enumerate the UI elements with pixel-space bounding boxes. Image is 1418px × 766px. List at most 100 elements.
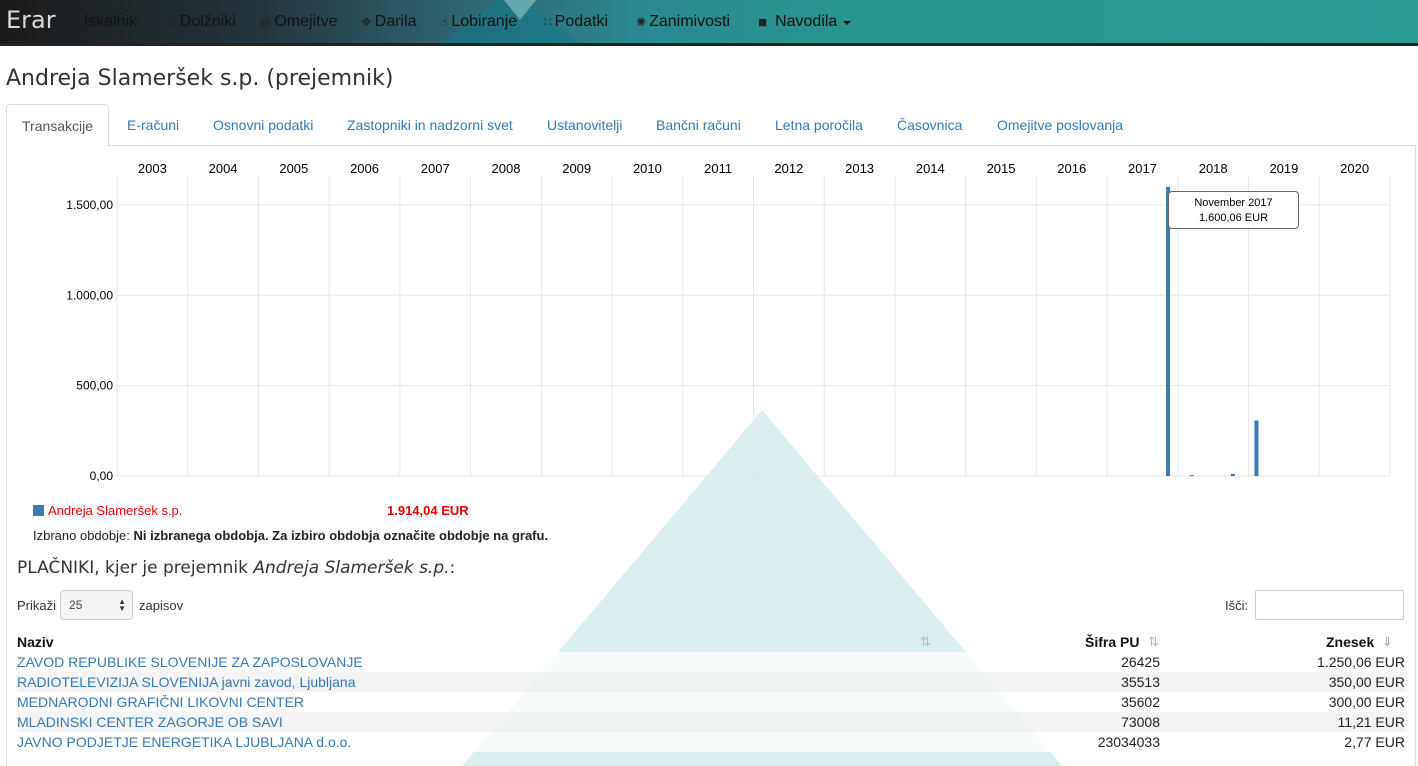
year-label: 2015 xyxy=(987,161,1016,176)
nav-dolzniki[interactable]: ♨ Dolžniki xyxy=(166,13,236,31)
table-header: Naziv ⇅ Šifra PU ⇅ Znesek ⇓ xyxy=(17,624,1407,652)
payer-amount: 300,00 EUR xyxy=(1328,694,1405,710)
year-label: 2020 xyxy=(1340,161,1369,176)
nav-zanimivosti[interactable]: ✺ Zanimivosti xyxy=(636,13,730,31)
search-input[interactable] xyxy=(1255,590,1405,620)
y-tick-label: 500,00 xyxy=(76,379,113,393)
tab-transakcije[interactable]: Transakcije xyxy=(6,104,110,147)
year-label: 2017 xyxy=(1128,161,1157,176)
chart-bar xyxy=(1189,475,1194,477)
payer-link[interactable]: JAVNO PODJETJE ENERGETIKA LJUBLJANA d.o.… xyxy=(17,734,351,750)
fire-icon: ♨ xyxy=(166,15,177,29)
year-label: 2003 xyxy=(138,161,167,176)
nav-label: Lobiranje xyxy=(451,13,518,30)
chart-bar xyxy=(1230,473,1235,476)
nav-omejitve[interactable]: ▤ Omejitve xyxy=(260,13,337,31)
tab-zastopniki[interactable]: Zastopniki in nadzorni svet xyxy=(332,104,528,146)
page-length-select[interactable]: 25 ▲ ▼ xyxy=(60,590,134,620)
search-label: Išči: xyxy=(1225,597,1249,613)
table-row: MEDNARODNI GRAFIČNI LIKOVNI CENTER 35602… xyxy=(17,692,1407,712)
nav-label: Iskalnik xyxy=(83,13,138,30)
year-label: 2006 xyxy=(350,161,379,176)
asterisk-icon: ✺ xyxy=(636,15,647,29)
tab-ustanovitelji[interactable]: Ustanovitelji xyxy=(532,104,637,146)
legend-swatch xyxy=(33,505,44,516)
nav-podatki[interactable]: ∷ Podatki xyxy=(544,13,608,31)
table-row: JAVNO PODJETJE ENERGETIKA LJUBLJANA d.o.… xyxy=(17,732,1407,752)
nav-darila[interactable]: ❖ Darila xyxy=(361,13,417,31)
payer-link[interactable]: RADIOTELEVIZIJA SLOVENIJA javni zavod, L… xyxy=(17,674,356,690)
caret-down-icon xyxy=(843,21,852,25)
table-row: ZAVOD REPUBLIKE SLOVENIJE ZA ZAPOSLOVANJ… xyxy=(17,652,1407,672)
y-tick-label: 0,00 xyxy=(90,469,114,483)
period-value: Ni izbranega obdobja. Za izbiro obdobja … xyxy=(133,528,549,543)
year-label: 2007 xyxy=(421,161,450,176)
sort-icon[interactable]: ⇅ xyxy=(920,634,931,650)
nav-label: Zanimivosti xyxy=(649,13,730,30)
sort-icon[interactable]: ⇅ xyxy=(1148,634,1159,650)
tab-bar: Transakcije E-računi Osnovni podatki Zas… xyxy=(6,104,1416,147)
nav-label: Dolžniki xyxy=(179,13,236,30)
payer-amount: 350,00 EUR xyxy=(1328,674,1405,690)
header-naziv[interactable]: Naziv xyxy=(17,634,54,650)
payer-code: 26425 xyxy=(1121,654,1160,670)
page-length-control: Prikaži 25 ▲ ▼ zapisov xyxy=(17,590,183,620)
length-after: zapisov xyxy=(139,597,184,613)
payer-code: 73008 xyxy=(1121,714,1160,730)
year-label: 2010 xyxy=(633,161,662,176)
tab-letna-porocila[interactable]: Letna poročila xyxy=(760,104,878,146)
length-before: Prikaži xyxy=(17,597,57,613)
y-tick-label: 1.500,00 xyxy=(66,198,113,212)
tooltip-amount: 1.600,06 EUR xyxy=(1198,212,1269,224)
brand-logo[interactable]: Erar xyxy=(6,6,56,34)
top-navbar: Erar ⌕ Iskalnik ♨ Dolžniki ▤ Omejitve ❖ … xyxy=(0,0,1418,46)
year-label: 2008 xyxy=(492,161,521,176)
page-length-value: 25 xyxy=(69,598,83,612)
year-label: 2011 xyxy=(704,161,732,176)
section-suffix: : xyxy=(449,558,456,578)
nav-iskalnik[interactable]: ⌕ Iskalnik xyxy=(74,13,137,31)
tab-e-racuni[interactable]: E-računi xyxy=(112,104,194,146)
table-search: Išči: xyxy=(1225,590,1405,620)
header-sifra-pu[interactable]: Šifra PU xyxy=(1085,634,1139,650)
book-icon: ■ xyxy=(758,13,768,31)
sort-desc-icon[interactable]: ⇓ xyxy=(1382,634,1393,650)
header-znesek[interactable]: Znesek xyxy=(1326,634,1374,650)
year-label: 2004 xyxy=(209,161,238,176)
year-label: 2019 xyxy=(1269,161,1298,176)
nav-navodila-dropdown[interactable]: ■ Navodila xyxy=(758,13,852,31)
payer-amount: 1.250,06 EUR xyxy=(1317,654,1405,670)
grid-icon: ∷ xyxy=(544,15,552,29)
nav-label: Podatki xyxy=(554,13,609,30)
y-tick-label: 1.000,00 xyxy=(66,288,113,302)
tab-omejitve-poslovanja[interactable]: Omejitve poslovanja xyxy=(982,104,1138,146)
gift-icon: ❖ xyxy=(361,15,372,29)
section-recipient-name: Andreja Slameršek s.p. xyxy=(253,558,450,578)
nav-lobiranje[interactable]: ☝ Lobiranje xyxy=(441,13,517,31)
payer-link[interactable]: MEDNARODNI GRAFIČNI LIKOVNI CENTER xyxy=(17,694,304,710)
payer-code: 35513 xyxy=(1121,674,1160,690)
payer-link[interactable]: MLADINSKI CENTER ZAGORJE OB SAVI xyxy=(17,714,283,730)
hand-icon: ☝ xyxy=(441,15,449,29)
chart-legend[interactable]: Andreja Slameršek s.p. xyxy=(33,503,182,518)
chart-tooltip: November 2017 1.600,06 EUR xyxy=(1168,191,1299,229)
period-label: Izbrano obdobje: xyxy=(33,528,130,543)
year-label: 2013 xyxy=(845,161,874,176)
year-label: 2014 xyxy=(916,161,945,176)
page-title: Andreja Slameršek s.p. (prejemnik) xyxy=(6,66,394,91)
year-label: 2016 xyxy=(1057,161,1086,176)
payer-amount: 2,77 EUR xyxy=(1344,734,1405,750)
tab-bancni-racuni[interactable]: Bančni računi xyxy=(641,104,756,146)
tab-osnovni-podatki[interactable]: Osnovni podatki xyxy=(198,104,328,146)
briefcase-icon: ▤ xyxy=(260,15,272,29)
nav-label: Navodila xyxy=(775,13,838,30)
transactions-chart[interactable]: 0,00 500,00 1.000,00 1.500,00 2003 2004 2005 20… xyxy=(0,150,1418,490)
payers-table: Naziv ⇅ Šifra PU ⇅ Znesek ⇓ ZAVOD REPUBL… xyxy=(17,624,1407,752)
payer-amount: 11,21 EUR xyxy=(1337,714,1405,730)
section-prefix: PLAČNIKI, kjer je prejemnik xyxy=(17,558,254,578)
year-label: 2012 xyxy=(774,161,803,176)
payer-link[interactable]: ZAVOD REPUBLIKE SLOVENIJE ZA ZAPOSLOVANJ… xyxy=(17,654,363,670)
payer-code: 35602 xyxy=(1121,694,1160,710)
year-label: 2005 xyxy=(279,161,308,176)
tab-casovnica[interactable]: Časovnica xyxy=(882,104,977,146)
